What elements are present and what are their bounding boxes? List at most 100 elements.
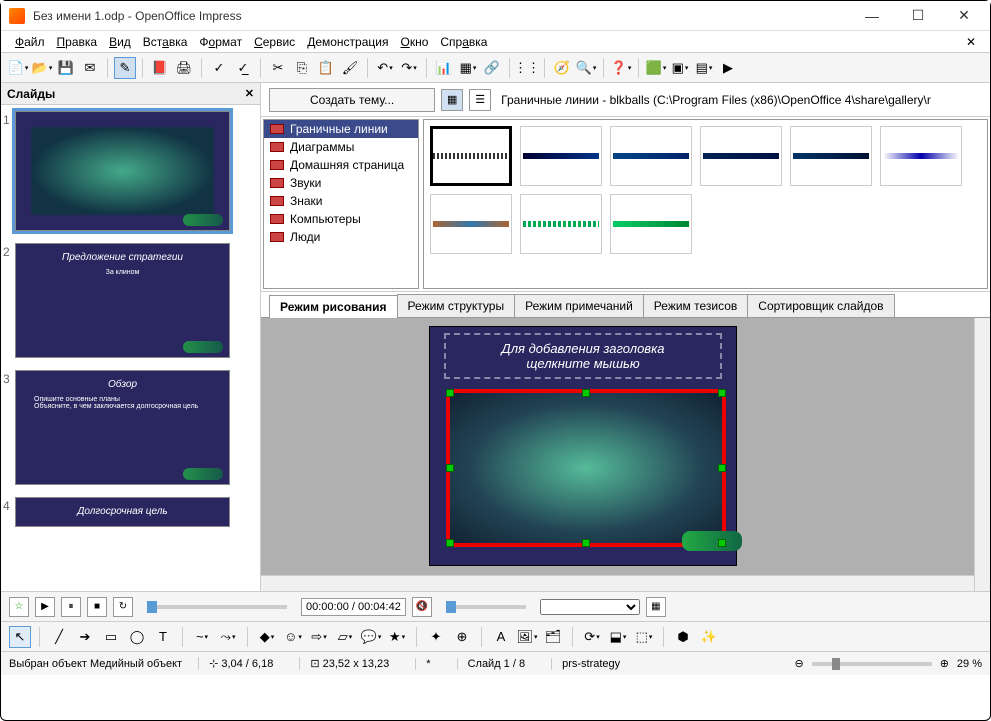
gallery-item[interactable] [610, 126, 692, 186]
gallery-cat-4[interactable]: Знаки [264, 192, 418, 210]
spellcheck-button[interactable]: ✓ [208, 57, 230, 79]
gallery-view-icons[interactable]: ▦ [441, 89, 463, 111]
menu-tools[interactable]: Сервис [248, 33, 301, 51]
redo-button[interactable]: ↷ [398, 57, 420, 79]
menu-insert[interactable]: Вставка [137, 33, 194, 51]
symbol-tool[interactable]: ☺ [282, 626, 304, 648]
callout-tool[interactable]: 💬 [360, 626, 382, 648]
autospell-button[interactable]: ✓̲ [232, 57, 254, 79]
gallery-view-list[interactable]: ☰ [469, 89, 491, 111]
new-theme-button[interactable]: Создать тему... [269, 88, 435, 112]
glue-tool[interactable]: ⊕ [451, 626, 473, 648]
mail-button[interactable]: ✉ [79, 57, 101, 79]
gallery-cat-1[interactable]: Диаграммы [264, 138, 418, 156]
rect-tool[interactable]: ▭ [100, 626, 122, 648]
arrange-tool[interactable]: ⬚ [633, 626, 655, 648]
menu-file[interactable]: Файл [9, 33, 51, 51]
brush-button[interactable]: 🖌 [339, 57, 361, 79]
slides-list[interactable]: 1 2 Предложение стратегии За клином 3 Об… [1, 105, 260, 591]
close-button[interactable]: ✕ [950, 6, 978, 26]
edit-button[interactable]: ✎ [114, 57, 136, 79]
chart-button[interactable]: 📊 [433, 57, 455, 79]
gallery-categories[interactable]: Граничные линии Диаграммы Домашняя стран… [263, 119, 419, 289]
grid-button[interactable]: ⋮⋮ [516, 57, 538, 79]
curve-tool[interactable]: ~ [191, 626, 213, 648]
view-tab-drawing[interactable]: Режим рисования [269, 295, 398, 318]
fontwork-tool[interactable]: A [490, 626, 512, 648]
media-position-slider[interactable] [147, 605, 287, 609]
zoom-slider[interactable] [812, 662, 932, 666]
view-tab-notes[interactable]: Режим примечаний [514, 294, 644, 317]
navigator-button[interactable]: 🧭 [551, 57, 573, 79]
menu-view[interactable]: Вид [103, 33, 137, 51]
view-tab-sorter[interactable]: Сортировщик слайдов [747, 294, 894, 317]
media-volume-slider[interactable] [446, 605, 526, 609]
zoom-button[interactable]: 🔍 [575, 57, 597, 79]
paste-button[interactable]: 📋 [315, 57, 337, 79]
arrows-tool[interactable]: ⇨ [308, 626, 330, 648]
slide-canvas[interactable]: Для добавления заголовка щелкните мышью [429, 326, 737, 566]
menu-help[interactable]: Справка [434, 33, 493, 51]
gallery-cat-2[interactable]: Домашняя страница [264, 156, 418, 174]
flowchart-tool[interactable]: ▱ [334, 626, 356, 648]
select-tool[interactable]: ↖ [9, 626, 31, 648]
align-tool[interactable]: ⬓ [607, 626, 629, 648]
points-tool[interactable]: ✦ [425, 626, 447, 648]
gallery-thumbs[interactable] [423, 119, 988, 289]
connector-tool[interactable]: ⤳ [217, 626, 239, 648]
animation-tool[interactable]: ✨ [698, 626, 720, 648]
menu-slideshow[interactable]: Демонстрация [301, 33, 394, 51]
cut-button[interactable]: ✂ [267, 57, 289, 79]
layout-button[interactable]: ▤ [693, 57, 715, 79]
zoom-in-button[interactable]: ⊕ [940, 657, 949, 670]
view-tab-handout[interactable]: Режим тезисов [643, 294, 749, 317]
stars-tool[interactable]: ★ [386, 626, 408, 648]
arrow-tool[interactable]: ➔ [74, 626, 96, 648]
new-button[interactable]: 📄 [7, 57, 29, 79]
media-play-button[interactable]: ▶ [35, 597, 55, 617]
ellipse-tool[interactable]: ◯ [126, 626, 148, 648]
gallery-item[interactable] [430, 126, 512, 186]
view-tab-outline[interactable]: Режим структуры [397, 294, 516, 317]
gallery-item[interactable] [520, 194, 602, 254]
extrusion-tool[interactable]: ⬢ [672, 626, 694, 648]
design-button[interactable]: ▣ [669, 57, 691, 79]
print-button[interactable]: 🖨 [173, 57, 195, 79]
doc-close-button[interactable]: ✕ [960, 33, 982, 51]
copy-button[interactable]: ⎘ [291, 57, 313, 79]
slide-thumb-1[interactable]: 1 [15, 111, 246, 231]
slide-thumb-2[interactable]: 2 Предложение стратегии За клином [15, 243, 246, 358]
menu-window[interactable]: Окно [394, 33, 434, 51]
from-file-tool[interactable]: 🖼 [516, 626, 538, 648]
media-close-button[interactable]: ▦ [646, 597, 666, 617]
gallery-item[interactable] [880, 126, 962, 186]
media-zoom-select[interactable] [540, 599, 640, 615]
gallery-item[interactable] [790, 126, 872, 186]
maximize-button[interactable]: ☐ [904, 6, 932, 26]
play-button[interactable]: ▶ [717, 57, 739, 79]
line-tool[interactable]: ╱ [48, 626, 70, 648]
scrollbar-horizontal[interactable] [261, 575, 974, 591]
media-mute-button[interactable]: 🔇 [412, 597, 432, 617]
gallery-tool[interactable]: 🗂 [542, 626, 564, 648]
slides-panel-close[interactable]: ✕ [245, 87, 254, 100]
media-object[interactable] [446, 389, 726, 547]
gallery-item[interactable] [520, 126, 602, 186]
link-button[interactable]: 🔗 [481, 57, 503, 79]
gallery-cat-6[interactable]: Люди [264, 228, 418, 246]
gallery-cat-0[interactable]: Граничные линии [264, 120, 418, 138]
table-button[interactable]: ▦ [457, 57, 479, 79]
canvas-area[interactable]: Для добавления заголовка щелкните мышью [261, 318, 990, 591]
menu-edit[interactable]: Правка [51, 33, 104, 51]
slide-button[interactable]: 🟩 [645, 57, 667, 79]
media-insert-icon[interactable]: ☆ [9, 597, 29, 617]
media-loop-button[interactable]: ↻ [113, 597, 133, 617]
slide-thumb-3[interactable]: 3 Обзор Опишите основные планы Объясните… [15, 370, 246, 485]
zoom-value[interactable]: 29 % [957, 658, 982, 670]
pdf-button[interactable]: 📕 [149, 57, 171, 79]
gallery-item[interactable] [430, 194, 512, 254]
gallery-cat-5[interactable]: Компьютеры [264, 210, 418, 228]
rotate-tool[interactable]: ⟳ [581, 626, 603, 648]
gallery-item[interactable] [610, 194, 692, 254]
scrollbar-vertical[interactable] [974, 318, 990, 591]
